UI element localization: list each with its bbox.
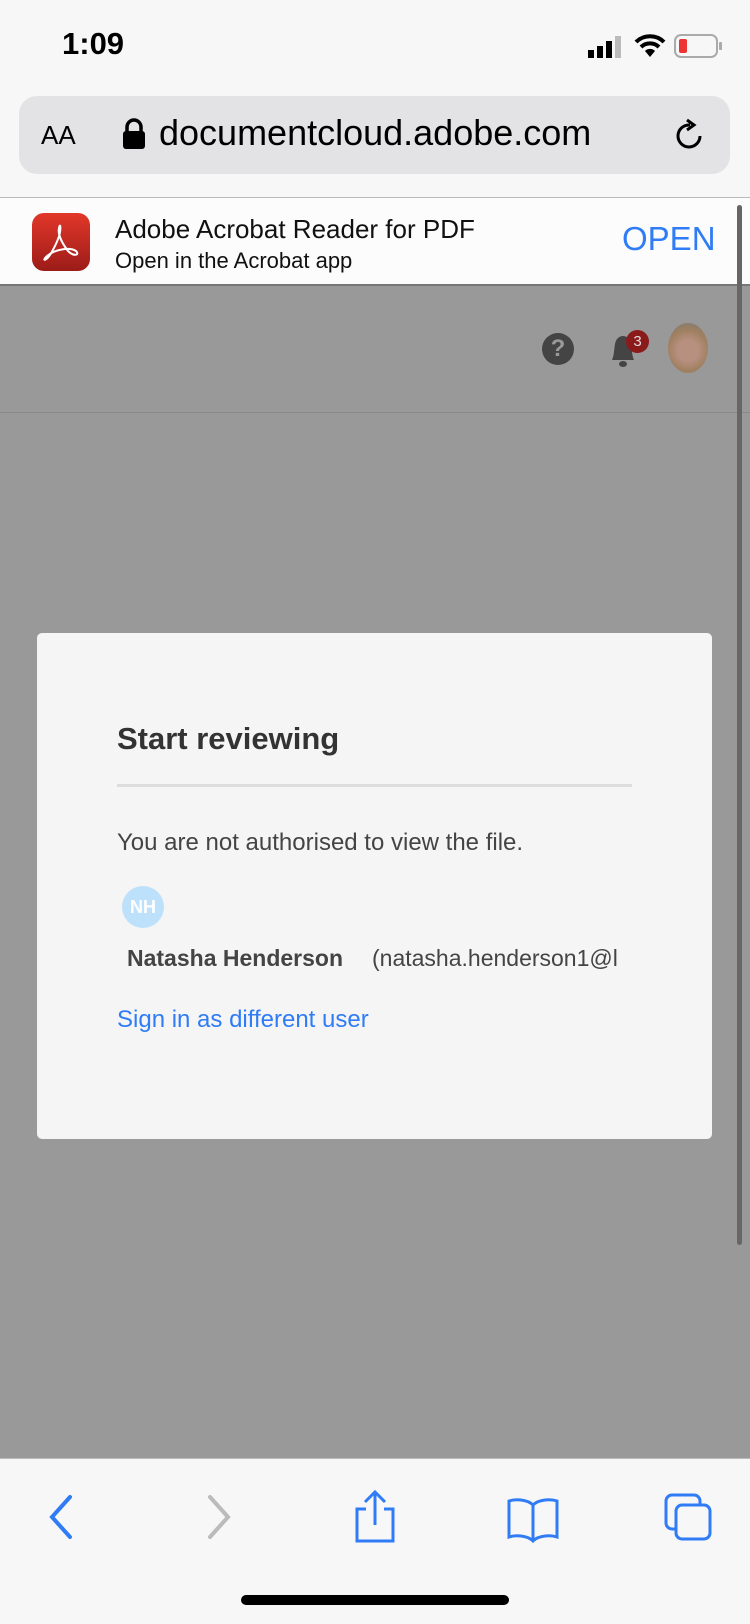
lock-icon (123, 118, 145, 149)
status-bar: 1:09 (0, 0, 750, 90)
dialog-divider (117, 784, 632, 787)
home-indicator[interactable] (241, 1595, 509, 1605)
bookmarks-icon[interactable] (503, 1489, 563, 1545)
acrobat-logo-icon (43, 224, 79, 261)
forward-icon[interactable] (190, 1489, 250, 1545)
open-app-button[interactable]: OPEN (622, 220, 716, 258)
app-subtitle: Open in the Acrobat app (115, 248, 353, 273)
user-initials-avatar: NH (122, 886, 164, 928)
user-avatar[interactable] (668, 323, 708, 373)
back-icon[interactable] (32, 1489, 92, 1545)
dialog-title: Start reviewing (117, 721, 340, 756)
wifi-icon (634, 34, 666, 57)
help-icon[interactable]: ? (542, 333, 574, 365)
battery-icon (674, 34, 722, 58)
tabs-icon[interactable] (660, 1489, 720, 1545)
text-size-button[interactable]: AA (41, 120, 76, 151)
header-divider (0, 412, 750, 413)
user-name: Natasha Henderson (127, 945, 344, 971)
start-reviewing-dialog: Start reviewing You are not authorised t… (37, 633, 712, 1139)
app-title: Adobe Acrobat Reader for PDF (115, 214, 475, 244)
reload-icon[interactable] (673, 118, 707, 154)
time: 1:09 (62, 26, 125, 61)
notification-badge: 3 (626, 330, 649, 353)
acrobat-app-icon (32, 213, 90, 271)
address-bar[interactable]: AA documentcloud.adobe.com (19, 96, 730, 174)
dialog-message: You are not authorised to view the file. (117, 829, 524, 856)
url-text[interactable]: documentcloud.adobe.com (159, 112, 591, 154)
smart-app-banner[interactable]: Adobe Acrobat Reader for PDF Open in the… (0, 198, 750, 286)
sign-in-different-user-link[interactable]: Sign in as different user (117, 1006, 369, 1034)
user-email: (natasha.henderson1@l (372, 945, 618, 971)
share-icon[interactable] (345, 1489, 405, 1545)
signal-icon (588, 36, 621, 58)
browser-chrome: AA documentcloud.adobe.com (0, 90, 750, 198)
scrollbar[interactable] (737, 205, 742, 1245)
